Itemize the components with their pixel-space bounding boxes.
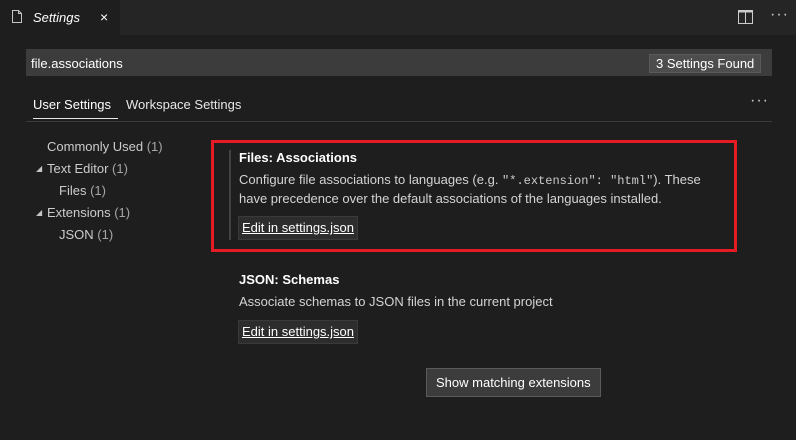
tab-user-settings[interactable]: User Settings (33, 97, 111, 112)
edit-in-settings-json-link[interactable]: Edit in settings.json (238, 216, 359, 240)
toc-item-text-editor[interactable]: ◢ Text Editor (1) (36, 161, 128, 176)
toc-item-files[interactable]: Files (1) (59, 183, 106, 198)
setting-title: Files: Associations (239, 150, 357, 165)
desc-text: Configure file associations to languages… (239, 172, 503, 187)
toc-count: (1) (97, 227, 114, 242)
setting-focus-bar (229, 150, 231, 240)
expand-arrow-icon[interactable]: ◢ (36, 164, 42, 173)
expand-arrow-icon[interactable]: ◢ (36, 208, 42, 217)
close-icon[interactable]: × (100, 9, 108, 25)
toc-label: Commonly Used (47, 139, 144, 154)
settings-more-icon[interactable]: ··· (750, 92, 769, 110)
search-value[interactable]: file.associations (31, 56, 123, 71)
toc-count: (1) (112, 161, 128, 176)
more-actions-icon[interactable]: ··· (770, 6, 789, 24)
split-editor-icon[interactable] (738, 10, 753, 24)
toc-item-extensions[interactable]: ◢ Extensions (1) (36, 205, 131, 220)
tab-title: Settings (33, 10, 80, 25)
show-matching-extensions-button[interactable]: Show matching extensions (426, 368, 601, 397)
tab-settings[interactable]: Settings × (0, 0, 120, 35)
settings-search-input[interactable]: file.associations 3 Settings Found (26, 49, 772, 76)
tab-workspace-settings[interactable]: Workspace Settings (126, 97, 241, 112)
toc-count: (1) (90, 183, 106, 198)
setting-description: Configure file associations to languages… (239, 171, 729, 208)
settings-count-badge: 3 Settings Found (649, 54, 762, 73)
setting-description: Associate schemas to JSON files in the c… (239, 294, 553, 309)
toc-count: (1) (114, 205, 131, 220)
setting-title: JSON: Schemas (239, 272, 340, 287)
toc-count: (1) (146, 139, 163, 154)
file-icon (12, 10, 22, 23)
toc-item-json[interactable]: JSON (1) (59, 227, 113, 242)
header-divider (26, 121, 772, 122)
desc-code: "*.extension": "html" (502, 174, 654, 188)
toc-label: Extensions (47, 205, 111, 220)
active-tab-underline (33, 118, 118, 119)
toc-label: Files (59, 183, 87, 198)
toc-item-commonly-used[interactable]: Commonly Used (1) (47, 139, 163, 154)
toc-label: Text Editor (47, 161, 109, 176)
toc-label: JSON (59, 227, 94, 242)
edit-in-settings-json-link[interactable]: Edit in settings.json (238, 320, 359, 344)
tab-bar: Settings × ··· (0, 0, 796, 35)
